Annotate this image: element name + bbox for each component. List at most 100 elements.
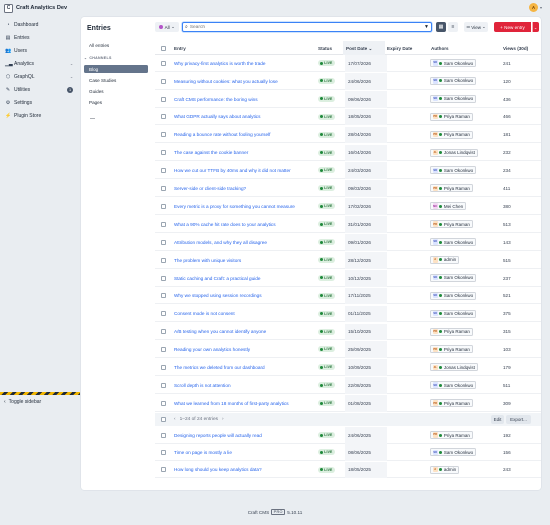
- table-row[interactable]: Measuring without cookies: what you actu…: [155, 72, 541, 90]
- row-checkbox[interactable]: [161, 114, 166, 120]
- prev-page-icon[interactable]: ‹: [174, 417, 176, 422]
- source-pages[interactable]: Pages: [84, 98, 148, 106]
- sidebar-item-entries[interactable]: ▤ Entries: [5, 33, 75, 42]
- author-chip[interactable]: PR Priya Raman: [430, 327, 474, 336]
- author-chip[interactable]: PR Priya Raman: [430, 220, 474, 229]
- author-chip[interactable]: SO Sam Okonkwo: [430, 94, 477, 103]
- toggle-sidebar-button[interactable]: ‹ Toggle sidebar: [4, 399, 41, 405]
- table-row[interactable]: The metrics we deleted from our dashboar…: [155, 359, 541, 377]
- sidebar-item-graphql[interactable]: ⬡ GraphQL ⌄: [5, 72, 75, 81]
- table-row[interactable]: Attribution models, and why they all dis…: [155, 234, 541, 251]
- author-chip[interactable]: Aadmin: [430, 255, 460, 264]
- table-row[interactable]: Scroll depth is not attention LIVE 22/08/2…: [155, 377, 541, 394]
- entry-title-link[interactable]: What a 90% cache hit rate does to your a…: [174, 222, 276, 227]
- table-row[interactable]: Static caching and Craft: a practical gu…: [155, 269, 541, 287]
- entry-title-link[interactable]: Reading a bounce rate without fooling yo…: [174, 132, 270, 137]
- entry-title-link[interactable]: The case against the cookie banner: [174, 150, 248, 155]
- author-chip[interactable]: PR Priya Raman: [430, 431, 474, 439]
- entry-title-link[interactable]: Every metric is a proxy for something yo…: [174, 204, 295, 209]
- sidebar-item-plugin-store[interactable]: ⚡ Plugin Store: [5, 111, 75, 120]
- entry-title-link[interactable]: How we cut our TTFB by 40ms and why it d…: [174, 168, 291, 173]
- channels-heading[interactable]: ⌄ CHANNELS: [84, 56, 112, 60]
- table-view-button[interactable]: ▦: [436, 22, 446, 32]
- row-checkbox[interactable]: [161, 221, 166, 227]
- entry-title-link[interactable]: Static caching and Craft: a practical gu…: [174, 276, 261, 281]
- sidebar-item-users[interactable]: 👥 Users: [5, 46, 75, 55]
- row-checkbox[interactable]: [161, 450, 166, 456]
- author-chip[interactable]: SO Sam Okonkwo: [430, 59, 477, 67]
- entry-title-link[interactable]: Craft CMS performance: the boring wins: [174, 97, 258, 102]
- author-chip[interactable]: PR Priya Raman: [430, 112, 474, 121]
- list-view-button[interactable]: ≡: [448, 22, 458, 32]
- row-checkbox[interactable]: [161, 78, 166, 84]
- author-chip[interactable]: JL Jonas Lindqvist: [430, 148, 479, 157]
- table-row[interactable]: Consent mode is not consent LIVE 01/11/202…: [155, 305, 541, 323]
- row-checkbox[interactable]: [161, 239, 166, 245]
- new-entry-button[interactable]: + New entry: [494, 22, 531, 32]
- table-row[interactable]: The problem with unique visitors LIVE 28/1…: [155, 251, 541, 269]
- search-input[interactable]: [189, 24, 390, 30]
- column-status[interactable]: Status: [318, 46, 332, 51]
- entry-title-link[interactable]: Scroll depth is not attention: [174, 383, 231, 388]
- row-checkbox[interactable]: [161, 168, 166, 174]
- entry-title-link[interactable]: A/B testing when you cannot identify any…: [174, 329, 266, 334]
- sidebar-item-settings[interactable]: ⚙ Settings: [5, 98, 75, 107]
- table-row[interactable]: A/B testing when you cannot identify any…: [155, 323, 541, 341]
- row-checkbox[interactable]: [161, 311, 166, 317]
- author-chip[interactable]: SO Sam Okonkwo: [430, 381, 477, 390]
- row-checkbox[interactable]: [161, 347, 166, 353]
- entry-title-link[interactable]: Designing reports people will actually r…: [174, 433, 262, 438]
- sidebar-item-dashboard[interactable]: ◔ Dashboard: [5, 20, 75, 29]
- table-row[interactable]: How long should you keep analytics data?…: [155, 461, 541, 479]
- entry-title-link[interactable]: Time on page is mostly a lie: [174, 450, 232, 455]
- column-post-date[interactable]: Post Date ⌄: [343, 41, 385, 55]
- entry-title-link[interactable]: Why we stopped using session recordings: [174, 293, 262, 298]
- table-row[interactable]: Every metric is a proxy for something yo…: [155, 198, 541, 215]
- author-chip[interactable]: MC Mei Chen: [430, 202, 467, 211]
- row-checkbox[interactable]: [161, 382, 166, 388]
- entry-title-link[interactable]: Reading your own analytics honestly: [174, 347, 250, 352]
- row-checkbox[interactable]: [161, 60, 166, 66]
- row-checkbox[interactable]: [161, 96, 166, 102]
- entry-title-link[interactable]: Attribution models, and why they all dis…: [174, 240, 267, 245]
- author-chip[interactable]: PR Priya Raman: [430, 130, 474, 139]
- entry-title-link[interactable]: Why privacy-first analytics is worth the…: [174, 61, 265, 66]
- row-checkbox[interactable]: [161, 275, 166, 281]
- table-row[interactable]: What a 90% cache hit rate does to your a…: [155, 216, 541, 233]
- author-chip[interactable]: SO Sam Okonkwo: [430, 273, 477, 282]
- table-row[interactable]: Why we stopped using session recordings L…: [155, 287, 541, 305]
- table-row[interactable]: Why privacy-first analytics is worth the…: [155, 55, 541, 72]
- table-row[interactable]: Reading your own analytics honestly LIVE 2…: [155, 341, 541, 359]
- row-checkbox[interactable]: [161, 257, 166, 263]
- author-chip[interactable]: Aadmin: [430, 465, 460, 474]
- row-checkbox[interactable]: [161, 365, 166, 371]
- edit-button[interactable]: Edit: [491, 415, 504, 424]
- site-switcher[interactable]: C Craft Analytics Dev: [4, 3, 67, 13]
- author-chip[interactable]: PR Priya Raman: [430, 345, 474, 354]
- column-views[interactable]: Views (30d): [503, 46, 528, 51]
- user-menu-button[interactable]: A ▾: [528, 3, 542, 12]
- row-checkbox[interactable]: [161, 150, 166, 156]
- author-chip[interactable]: SO Sam Okonkwo: [430, 291, 477, 300]
- source-case-studies[interactable]: Case Studies: [84, 76, 148, 84]
- table-row[interactable]: Server-side or client-side tracking? LIVE…: [155, 180, 541, 198]
- author-chip[interactable]: SO Sam Okonkwo: [430, 166, 477, 175]
- author-chip[interactable]: SO Sam Okonkwo: [430, 448, 477, 457]
- row-checkbox[interactable]: [161, 432, 166, 438]
- entry-title-link[interactable]: Consent mode is not consent: [174, 311, 235, 316]
- entry-title-link[interactable]: Measuring without cookies: what you actu…: [174, 79, 278, 84]
- author-chip[interactable]: PR Priya Raman: [430, 399, 474, 408]
- author-chip[interactable]: PR Priya Raman: [430, 184, 474, 193]
- entry-title-link[interactable]: Server-side or client-side tracking?: [174, 186, 246, 191]
- row-checkbox[interactable]: [161, 329, 166, 335]
- source-all-entries[interactable]: All entries: [84, 41, 148, 49]
- table-row[interactable]: What we learned from 18 months of first-…: [155, 395, 541, 412]
- entry-title-link[interactable]: What GDPR actually says about analytics: [174, 114, 261, 119]
- view-menu-button[interactable]: ⚌ View ⌄: [464, 22, 488, 32]
- column-authors[interactable]: Authors: [431, 46, 449, 51]
- row-checkbox[interactable]: [161, 203, 166, 209]
- author-chip[interactable]: JL Jonas Lindqvist: [430, 363, 479, 372]
- select-all-checkbox[interactable]: [161, 45, 166, 51]
- filter-icon[interactable]: ▼: [424, 24, 429, 30]
- table-row[interactable]: Designing reports people will actually r…: [155, 427, 541, 444]
